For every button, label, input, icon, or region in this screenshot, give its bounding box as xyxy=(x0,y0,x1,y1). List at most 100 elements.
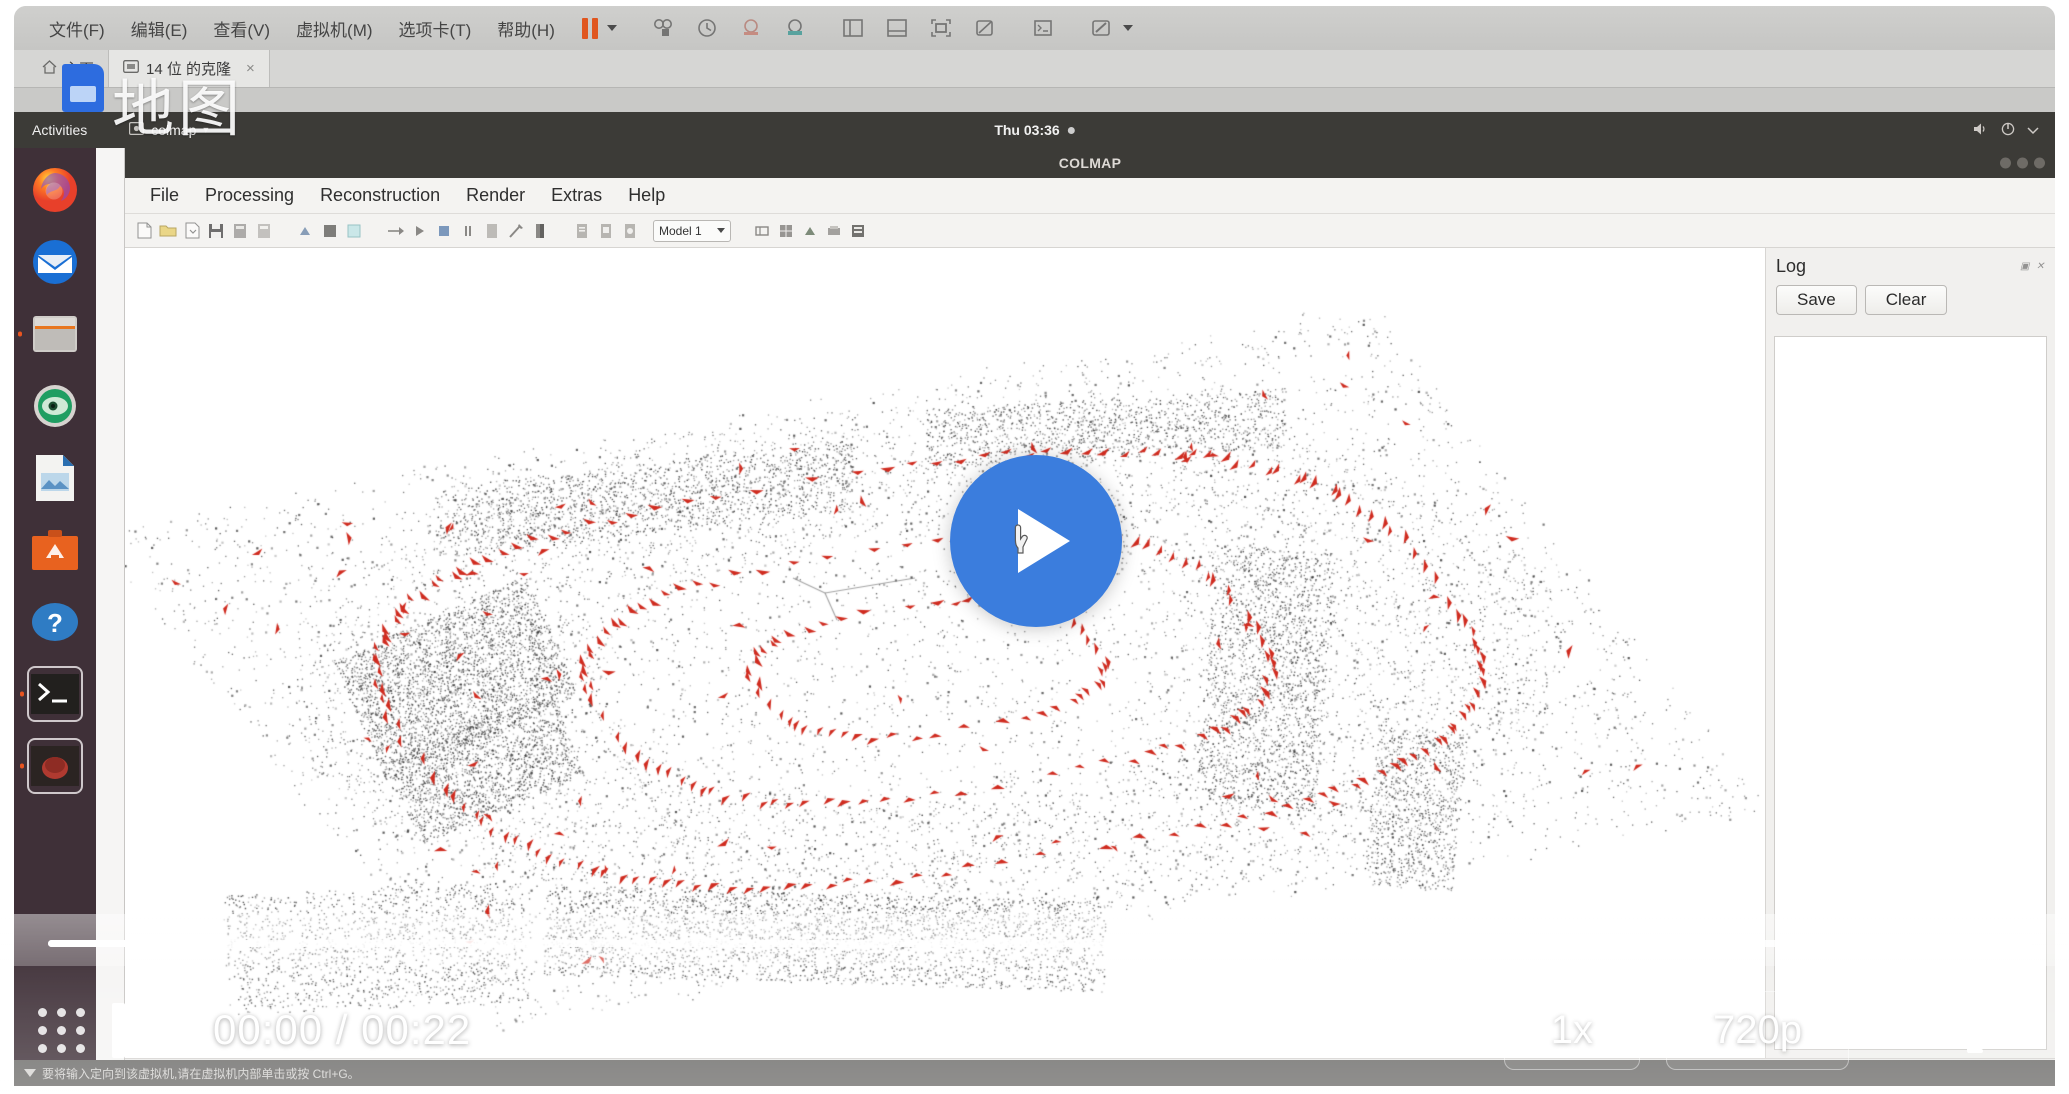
maximize-icon[interactable] xyxy=(2017,157,2028,169)
gnome-system-menu[interactable] xyxy=(1973,122,2039,139)
dock-terminal[interactable] xyxy=(27,666,83,722)
colmap-menu-extras[interactable]: Extras xyxy=(538,183,615,208)
menu-help[interactable]: 帮助(H) xyxy=(484,13,568,44)
reset-view-icon[interactable] xyxy=(751,220,773,242)
dense-reconstruction-icon[interactable] xyxy=(505,220,527,242)
play-button[interactable] xyxy=(950,455,1122,627)
expand-view-chevron-icon[interactable] xyxy=(1122,25,1133,31)
menu-file[interactable]: 文件(F) xyxy=(36,13,118,44)
menu-vm[interactable]: 虚拟机(M) xyxy=(283,13,385,44)
dock-ubuntu-software[interactable] xyxy=(27,522,83,578)
model-selector[interactable]: Model 1 xyxy=(653,219,731,242)
player-control-bar: 00:00 / 00:22 1x 720p xyxy=(0,966,2069,1094)
dock-rhythmbox[interactable] xyxy=(27,378,83,434)
import-model-icon[interactable] xyxy=(181,220,203,242)
pause-reconstruction-icon[interactable] xyxy=(433,220,455,242)
take-snapshot-icon[interactable] xyxy=(734,13,768,43)
quality-button[interactable]: 720p xyxy=(1666,990,1849,1070)
manage-snapshots-icon[interactable] xyxy=(778,13,812,43)
grab-image-icon[interactable] xyxy=(619,220,641,242)
unity-mode-icon[interactable] xyxy=(968,13,1002,43)
new-project-icon[interactable] xyxy=(133,220,155,242)
scrubber-bar[interactable] xyxy=(0,914,2069,966)
show-hide-thumbnails-icon[interactable] xyxy=(880,13,914,43)
chevron-down-icon xyxy=(2027,122,2039,138)
log-save-button[interactable]: Save xyxy=(1776,285,1857,315)
dock-libreoffice-writer[interactable] xyxy=(27,450,83,506)
colmap-title: COLMAP xyxy=(1058,155,1122,171)
start-reconstruction-icon[interactable] xyxy=(385,220,407,242)
gnome-topbar: Activities colmap ▾ Thu 03:36 xyxy=(14,112,2055,148)
log-header-buttons[interactable]: ▣ ✕ xyxy=(2020,261,2047,272)
gnome-clock-label: Thu 03:36 xyxy=(994,122,1060,138)
minimize-icon[interactable] xyxy=(2000,157,2011,169)
step-reconstruction-icon[interactable] xyxy=(409,220,431,242)
close-icon[interactable]: × xyxy=(246,60,255,77)
undock-icon[interactable]: ▣ xyxy=(2020,261,2031,272)
colmap-menubar: File Processing Reconstruction Render Ex… xyxy=(125,178,2055,214)
play-icon xyxy=(1018,509,1070,573)
dock-thunderbird[interactable] xyxy=(27,234,83,290)
databases-view-icon[interactable] xyxy=(847,220,869,242)
export-model-as-icon[interactable] xyxy=(253,220,275,242)
render-options-icon[interactable] xyxy=(529,220,551,242)
chevron-down-icon xyxy=(717,228,725,233)
dock-firefox[interactable] xyxy=(27,162,83,218)
dock-help[interactable]: ? xyxy=(27,594,83,650)
log-title: Log xyxy=(1776,256,1807,276)
scrubber-progress xyxy=(48,940,143,947)
menu-tabs[interactable]: 选项卡(T) xyxy=(386,13,485,44)
dock-files[interactable] xyxy=(27,306,83,362)
revert-snapshot-icon[interactable] xyxy=(690,13,724,43)
show-model-stats-icon[interactable] xyxy=(571,220,593,242)
pause-icon xyxy=(112,1002,125,1058)
snapshot-manager-icon[interactable] xyxy=(646,13,680,43)
player-right-controls: 1x 720p xyxy=(1503,990,2069,1070)
close-icon[interactable] xyxy=(2034,157,2045,169)
feature-matching-icon[interactable] xyxy=(319,220,341,242)
bundle-adjustment-icon[interactable] xyxy=(481,220,503,242)
dock-colmap[interactable] xyxy=(27,738,83,794)
playback-speed-button[interactable]: 1x xyxy=(1503,990,1641,1070)
colmap-menu-help[interactable]: Help xyxy=(615,183,678,208)
menu-edit[interactable]: 编辑(E) xyxy=(118,13,201,44)
log-clear-button[interactable]: Clear xyxy=(1864,285,1948,315)
screenshot-root: 文件(F) 编辑(E) 查看(V) 虚拟机(M) 选项卡(T) 帮助(H) 14… xyxy=(0,0,2069,1094)
notification-dot-icon xyxy=(1067,126,1075,134)
menu-view[interactable]: 查看(V) xyxy=(200,13,283,44)
open-project-icon[interactable] xyxy=(157,220,179,242)
export-model-icon[interactable] xyxy=(229,220,251,242)
expand-view-icon[interactable] xyxy=(1084,13,1118,43)
feature-extraction-icon[interactable] xyxy=(295,220,317,242)
home-icon xyxy=(42,59,57,78)
svg-text:?: ? xyxy=(47,608,63,638)
camera-view-icon[interactable] xyxy=(799,220,821,242)
colmap-menu-processing[interactable]: Processing xyxy=(192,183,307,208)
volume-button[interactable] xyxy=(1875,1005,1935,1055)
console-view-icon[interactable] xyxy=(1026,13,1060,43)
colmap-menu-render[interactable]: Render xyxy=(453,183,538,208)
close-icon[interactable]: ✕ xyxy=(2036,261,2047,272)
show-match-matrix-icon[interactable] xyxy=(595,220,617,242)
pause-icon[interactable] xyxy=(581,17,598,39)
fullscreen-icon[interactable] xyxy=(924,13,958,43)
show-hide-library-icon[interactable] xyxy=(836,13,870,43)
gnome-clock[interactable]: Thu 03:36 xyxy=(994,122,1075,138)
fullscreen-button[interactable] xyxy=(1961,1005,2017,1055)
volume-icon xyxy=(1973,122,1989,139)
colmap-menu-file[interactable]: File xyxy=(137,183,192,208)
log-header: Log ▣ ✕ xyxy=(1766,248,2055,281)
pause-button[interactable] xyxy=(112,1002,149,1058)
activities-button[interactable]: Activities xyxy=(32,122,87,138)
chevron-down-icon[interactable] xyxy=(606,25,617,31)
window-buttons[interactable] xyxy=(2000,157,2045,169)
save-project-icon[interactable] xyxy=(205,220,227,242)
reset-icon[interactable] xyxy=(457,220,479,242)
colmap-menu-reconstruction[interactable]: Reconstruction xyxy=(307,183,453,208)
scrubber-track[interactable] xyxy=(48,940,2031,947)
database-management-icon[interactable] xyxy=(343,220,365,242)
grid-view-icon[interactable] xyxy=(775,220,797,242)
overlay-view-icon[interactable] xyxy=(823,220,845,242)
grid-menu-icon[interactable] xyxy=(38,1007,86,1053)
time-display: 00:00 / 00:22 xyxy=(213,1006,472,1053)
